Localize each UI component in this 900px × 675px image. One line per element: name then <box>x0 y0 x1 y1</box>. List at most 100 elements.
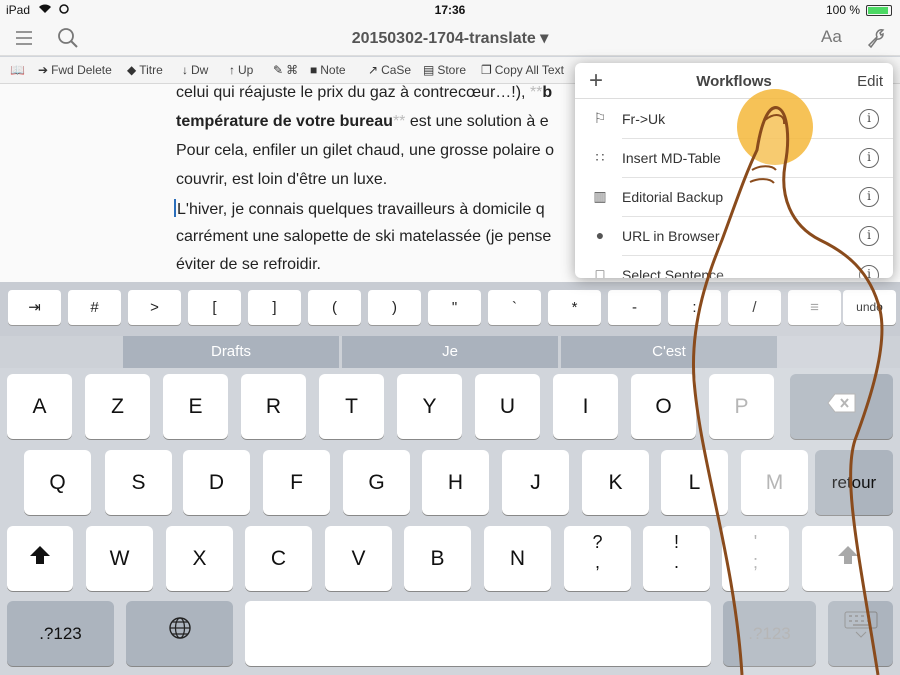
key-h[interactable]: H <box>422 450 489 515</box>
suggestion-item[interactable]: Je <box>342 336 558 368</box>
toolbar-note-button[interactable]: ■ Note <box>310 63 346 77</box>
key-k[interactable]: K <box>582 450 649 515</box>
key-o[interactable]: O <box>631 374 696 439</box>
extra-key[interactable]: ) <box>368 290 421 325</box>
key-m[interactable]: M <box>741 450 808 515</box>
key-q[interactable]: Q <box>24 450 91 515</box>
key-c[interactable]: C <box>245 526 312 591</box>
edit-button[interactable]: Edit <box>857 73 883 90</box>
key-t[interactable]: T <box>319 374 384 439</box>
info-icon[interactable]: i <box>859 226 879 246</box>
extra-key[interactable]: ⇥ <box>8 290 61 325</box>
toolbar-edit-button[interactable]: ✎ ⌘ <box>273 63 298 77</box>
toolbar-label: Fwd Delete <box>51 63 112 77</box>
extra-key[interactable]: - <box>608 290 661 325</box>
numbers-key[interactable]: .?123 <box>7 601 114 666</box>
info-icon[interactable]: i <box>859 148 879 168</box>
key-y[interactable]: Y <box>397 374 462 439</box>
editor-line: température de votre bureau** est une so… <box>176 113 549 130</box>
key-n[interactable]: N <box>484 526 551 591</box>
extra-key[interactable]: # <box>68 290 121 325</box>
toolbar-titre-button[interactable]: ◆ Titre <box>127 63 163 77</box>
toolbar-up-button[interactable]: ↑ Up <box>229 63 253 77</box>
wrench-icon[interactable] <box>864 26 888 50</box>
key-a[interactable]: A <box>7 374 72 439</box>
keyboard: ⇥ # >[]() " ` * -: / ≡ undo Drafts Je C'est AZERT… <box>0 282 900 675</box>
key-s[interactable]: S <box>105 450 172 515</box>
key-g[interactable]: G <box>343 450 410 515</box>
key-i[interactable]: I <box>553 374 618 439</box>
editor-line: celui qui réajuste le prix du gaz à cont… <box>176 84 553 101</box>
copy-icon: ❐ <box>481 63 492 77</box>
toolbar-case-button[interactable]: ↗ CaSe <box>368 63 411 77</box>
workflow-item[interactable]: ▥ Editorial Backup i <box>575 178 893 217</box>
toolbar-label: CaSe <box>381 63 412 77</box>
extra-key[interactable]: " <box>428 290 481 325</box>
key-p[interactable]: P <box>709 374 774 439</box>
toolbar-copy-all-button[interactable]: ❐ Copy All Text <box>481 63 564 77</box>
workflow-label: Editorial Backup <box>622 189 724 205</box>
workflow-item[interactable]: ∷ Insert MD-Table i <box>575 139 893 178</box>
info-icon[interactable]: i <box>859 187 879 207</box>
globe-icon <box>168 617 191 639</box>
toolbar-label: Copy All Text <box>494 63 564 77</box>
key-b[interactable]: B <box>404 526 471 591</box>
info-icon[interactable]: i <box>859 109 879 129</box>
snippet-icon[interactable]: ≡ <box>788 290 841 325</box>
workflow-label: URL in Browser <box>622 228 720 244</box>
workflow-label: Fr->Uk <box>622 111 666 127</box>
markdown-marker: ** <box>392 113 406 130</box>
grid-icon: ∷ <box>595 149 605 165</box>
shift-key[interactable] <box>802 526 893 591</box>
toolbar-book-button[interactable]: 📖 <box>10 63 25 77</box>
return-key[interactable]: retour <box>815 450 893 515</box>
extra-key[interactable]: ( <box>308 290 361 325</box>
key-w[interactable]: W <box>86 526 153 591</box>
key-j[interactable]: J <box>502 450 569 515</box>
workflow-item[interactable]: ● URL in Browser i <box>575 217 893 256</box>
key-d[interactable]: D <box>183 450 250 515</box>
space-key[interactable] <box>245 601 711 666</box>
extra-key[interactable]: > <box>128 290 181 325</box>
key-l[interactable]: L <box>661 450 728 515</box>
toolbar-store-button[interactable]: ▤ Store <box>423 63 466 77</box>
extra-key[interactable]: ` <box>488 290 541 325</box>
translate-icon: ⚐ <box>593 110 607 126</box>
document-title[interactable]: 20150302-1704-translate ▾ <box>0 28 900 48</box>
workflow-item[interactable]: □ Select Sentence i <box>575 256 893 278</box>
extra-key[interactable]: [ <box>188 290 241 325</box>
key-e[interactable]: E <box>163 374 228 439</box>
key-x[interactable]: X <box>166 526 233 591</box>
info-icon[interactable]: i <box>859 265 879 278</box>
key-v[interactable]: V <box>325 526 392 591</box>
extra-key[interactable]: * <box>548 290 601 325</box>
numbers-key[interactable]: .?123 <box>723 601 816 666</box>
shift-key[interactable] <box>7 526 73 591</box>
suggestion-item[interactable]: Drafts <box>123 336 339 368</box>
extra-key[interactable]: : <box>668 290 721 325</box>
key-z[interactable]: Z <box>85 374 150 439</box>
workflow-item[interactable]: ⚐ Fr->Uk i <box>575 100 893 139</box>
punctuation-key[interactable]: !. <box>643 526 710 591</box>
key-f[interactable]: F <box>263 450 330 515</box>
punctuation-key[interactable]: ?, <box>564 526 631 591</box>
suggestion-bar: Drafts Je C'est <box>0 336 900 368</box>
toolbar-fwd-delete-button[interactable]: ➔ Fwd Delete <box>38 63 112 77</box>
key-u[interactable]: U <box>475 374 540 439</box>
hide-keyboard-key[interactable] <box>828 601 893 666</box>
extra-key[interactable]: ] <box>248 290 301 325</box>
suggestion-item[interactable]: C'est <box>561 336 777 368</box>
toolbar-down-button[interactable]: ↓ Dw <box>182 63 208 77</box>
extra-key-row: ⇥ # >[]() " ` * -: / ≡ undo <box>0 282 900 336</box>
tag-icon: ◆ <box>127 63 137 77</box>
undo-key[interactable]: undo <box>843 290 896 325</box>
toolbar-label: Titre <box>139 63 163 77</box>
key-r[interactable]: R <box>241 374 306 439</box>
globe-key[interactable] <box>126 601 233 666</box>
punctuation-key[interactable]: '; <box>722 526 789 591</box>
extra-key[interactable]: / <box>728 290 781 325</box>
font-size-button[interactable]: Aa <box>821 27 842 47</box>
shift-icon <box>837 546 858 564</box>
backspace-key[interactable] <box>790 374 893 439</box>
arrow-up-icon: ↑ <box>229 63 235 77</box>
